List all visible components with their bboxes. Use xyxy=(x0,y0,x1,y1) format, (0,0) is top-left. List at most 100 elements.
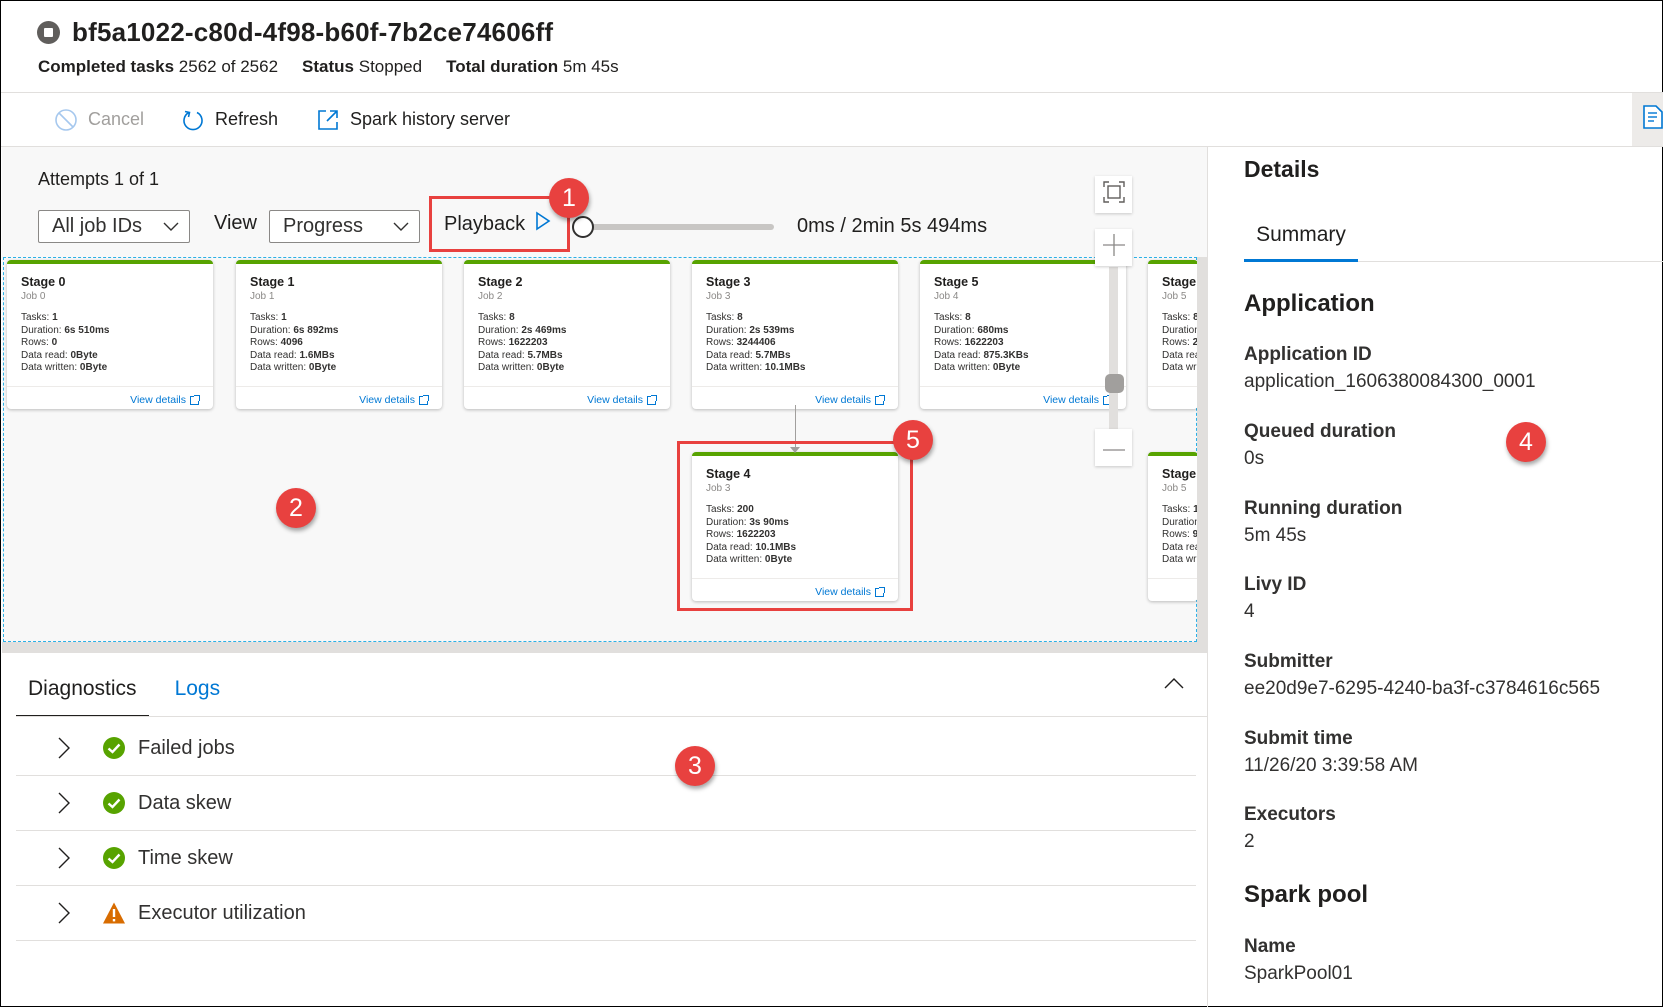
stat-tasks: Tasks: 8 xyxy=(478,312,515,323)
playback-slider-thumb[interactable] xyxy=(572,216,594,238)
stat-duration: Duration: xyxy=(1162,324,1198,336)
stat-rows: Rows: 0 xyxy=(21,337,58,349)
zoom-out-button[interactable] xyxy=(1095,429,1132,466)
stat-tasks: Tasks: 8 xyxy=(706,312,743,323)
chevron-right-icon[interactable] xyxy=(58,847,74,869)
view-details-link[interactable]: View details xyxy=(587,394,657,406)
view-details-link[interactable]: View details xyxy=(359,394,429,406)
diagnostic-item[interactable]: Failed jobs xyxy=(16,721,1196,776)
stage-stats: Tasks: 1Duration: Rows: 9Data read: Data… xyxy=(1162,504,1198,567)
tab-diagnostics[interactable]: Diagnostics xyxy=(16,669,149,717)
details-title: Details xyxy=(1244,156,1320,182)
stat-data-read: Data read: 1.6MBs xyxy=(250,349,335,361)
stat-data-written: Data written: 0Byte xyxy=(478,362,565,374)
fit-to-screen-icon xyxy=(1102,180,1126,209)
diagnostic-item[interactable]: Data skew xyxy=(16,776,1196,831)
field-label: Livy ID xyxy=(1244,574,1307,595)
annotation-badge-2: 2 xyxy=(276,488,316,528)
collapse-panel-button[interactable] xyxy=(1162,673,1186,697)
stage-card[interactable]: Stage 1 Job 1 Tasks: 1 Duration: 6s 892ms Ro… xyxy=(236,260,442,409)
stage-card[interactable]: StageJob 5Tasks: 1Duration: Rows: 9Data … xyxy=(1148,452,1198,601)
diagnostics-tabs: Diagnostics Logs xyxy=(16,669,232,717)
field-label: Submitter xyxy=(1244,651,1333,672)
zoom-slider-thumb[interactable] xyxy=(1105,374,1124,393)
stat-data-written: Data written: 0Byte xyxy=(934,362,1021,374)
playback-button[interactable]: Playback xyxy=(444,211,551,237)
stat-data-written: Data written: 0Byte xyxy=(21,362,108,374)
stage-title: Stage xyxy=(1162,275,1197,289)
stat-data-written: Data written: xyxy=(1162,362,1198,374)
stage-stats: Tasks: 8Duration: Rows: 2Data read: Data… xyxy=(1162,312,1198,375)
chevron-down-icon xyxy=(393,215,409,238)
chevron-right-icon[interactable] xyxy=(58,902,74,924)
job-meta: Completed tasks 2562 of 2562 Status Stop… xyxy=(38,57,619,77)
view-label: View xyxy=(214,212,257,234)
tab-summary[interactable]: Summary xyxy=(1244,220,1358,261)
playback-time-readout: 0ms / 2min 5s 494ms xyxy=(797,215,988,237)
details-panel-toggle[interactable] xyxy=(1632,93,1663,146)
section-heading-application: Application xyxy=(1244,290,1375,317)
graph-horizontal-scrollbar[interactable] xyxy=(2,642,1207,653)
document-search-icon xyxy=(1642,104,1663,135)
chevron-right-icon[interactable] xyxy=(58,792,74,814)
fit-to-screen-button[interactable] xyxy=(1095,176,1132,213)
minus-icon xyxy=(1102,439,1126,457)
stage-card[interactable]: StageJob 5Tasks: 8Duration: Rows: 2Data … xyxy=(1148,260,1198,409)
field-value: SparkPool01 xyxy=(1244,963,1353,984)
zoom-slider-track[interactable] xyxy=(1109,267,1118,434)
field-value: ee20d9e7-6295-4240-ba3f-c3784616c565 xyxy=(1244,678,1601,699)
stat-duration: Duration: 6s 510ms xyxy=(21,324,110,336)
field-value: 5m 45s xyxy=(1244,525,1307,546)
stage-title: Stage 0 xyxy=(21,275,66,289)
completed-tasks: Completed tasks 2562 of 2562 xyxy=(38,57,279,76)
diagnostic-label: Data skew xyxy=(138,791,232,814)
stat-rows: Rows: 3244406 xyxy=(706,337,776,349)
field-value: 0s xyxy=(1244,448,1265,469)
section-heading-spark-pool: Spark pool xyxy=(1244,881,1369,908)
spark-history-server-button[interactable]: Spark history server xyxy=(316,93,510,146)
divider xyxy=(16,716,1207,717)
stage-job: Job 5 xyxy=(1162,483,1187,494)
stage-card[interactable]: Stage 5 Job 4 Tasks: 8 Duration: 680ms Rows:… xyxy=(920,260,1126,409)
view-select-dropdown[interactable]: Progress xyxy=(269,210,420,243)
refresh-button[interactable]: Refresh xyxy=(181,93,278,146)
stat-data-written: Data written: 10.1MBs xyxy=(706,362,806,374)
stage-card[interactable]: Stage 3 Job 3 Tasks: 8 Duration: 2s 539ms Ro… xyxy=(692,260,898,409)
diagnostic-item[interactable]: Time skew xyxy=(16,831,1196,886)
playback-slider-track[interactable] xyxy=(581,224,774,230)
field-value: 4 xyxy=(1244,601,1255,622)
page-title: bf5a1022-c80d-4f98-b60f-7b2ce74606ff xyxy=(72,17,554,47)
stage-stats: Tasks: 8 Duration: 2s 469ms Rows: 1622203 D… xyxy=(478,312,566,375)
external-link-icon xyxy=(190,394,200,405)
stage-stats: Tasks: 8 Duration: 2s 539ms Rows: 3244406 D… xyxy=(706,312,806,375)
stage-card[interactable]: Stage 2 Job 2 Tasks: 8 Duration: 2s 469ms Ro… xyxy=(464,260,670,409)
view-details-link[interactable]: View details xyxy=(130,394,200,406)
diagnostic-item[interactable]: Executor utilization xyxy=(16,886,1196,941)
diagnostic-label: Failed jobs xyxy=(138,736,235,759)
external-link-icon xyxy=(316,108,340,132)
external-link-icon xyxy=(875,394,885,405)
card-footer xyxy=(1148,578,1198,601)
cancel-button[interactable]: Cancel xyxy=(54,93,144,146)
stage-card[interactable]: Stage 0 Job 0 Tasks: 1 Duration: 6s 510ms Ro… xyxy=(7,260,213,409)
stat-tasks: Tasks: 1 xyxy=(250,312,287,323)
diagnostic-label: Executor utilization xyxy=(138,901,306,924)
view-details-link[interactable]: View details xyxy=(815,394,885,406)
tab-logs[interactable]: Logs xyxy=(163,669,233,717)
zoom-in-button[interactable] xyxy=(1095,229,1132,266)
annotation-highlight-stage4 xyxy=(677,441,913,611)
job-id-filter-dropdown[interactable]: All job IDs xyxy=(38,210,190,243)
check-circle-icon xyxy=(102,791,126,815)
attempts-label: Attempts 1 of 1 xyxy=(38,169,160,189)
field-label: Application ID xyxy=(1244,344,1372,365)
tab-active-indicator xyxy=(1244,259,1358,262)
graph-vertical-scrollbar[interactable] xyxy=(1197,257,1207,651)
job-header: bf5a1022-c80d-4f98-b60f-7b2ce74606ff xyxy=(37,17,553,48)
stat-data-read: Data read: 0Byte xyxy=(21,349,98,361)
stat-rows: Rows: 9 xyxy=(1162,529,1198,541)
chevron-right-icon[interactable] xyxy=(58,737,74,759)
chevron-down-icon xyxy=(163,215,179,238)
stage-job: Job 2 xyxy=(478,291,503,302)
toolbar: Cancel Refresh Spark history server xyxy=(1,92,1663,147)
view-details-link[interactable]: View details xyxy=(1043,394,1113,406)
